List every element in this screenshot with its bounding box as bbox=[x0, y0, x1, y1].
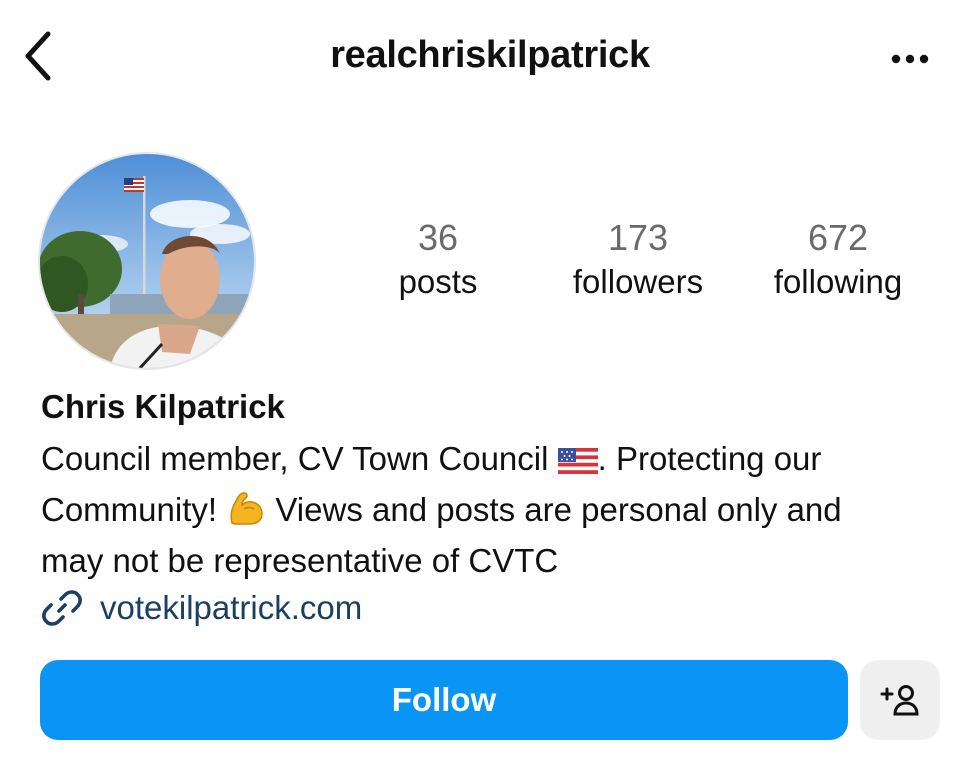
following-count: 672 bbox=[807, 217, 869, 258]
following-stat[interactable]: 672 following bbox=[738, 216, 938, 304]
more-horizontal-icon bbox=[891, 54, 929, 64]
profile-avatar[interactable] bbox=[40, 154, 254, 368]
posts-label: posts bbox=[398, 263, 478, 300]
bio-text-2a: Community! bbox=[41, 491, 227, 528]
profile-bio: Council member, CV Town Council . Protec… bbox=[41, 436, 941, 583]
bio-text-1b: . Protecting our bbox=[597, 440, 822, 477]
link-icon bbox=[42, 590, 82, 626]
profile-display-name: Chris Kilpatrick bbox=[41, 388, 285, 425]
profile-website-link[interactable]: votekilpatrick.com bbox=[40, 586, 362, 630]
follow-button[interactable]: Follow bbox=[40, 660, 848, 740]
bio-text-2b: Views and posts are personal only and bbox=[266, 491, 842, 528]
bio-text-1a: Council member, CV Town Council bbox=[41, 440, 558, 477]
flexed-biceps-emoji-icon bbox=[226, 489, 266, 538]
add-person-icon bbox=[880, 685, 919, 716]
suggested-accounts-button[interactable] bbox=[860, 660, 940, 740]
followers-label: followers bbox=[572, 263, 704, 300]
posts-stat[interactable]: 36 posts bbox=[338, 216, 538, 304]
followers-count: 173 bbox=[607, 217, 669, 258]
bio-line-1: Council member, CV Town Council . Protec… bbox=[41, 436, 941, 487]
bio-line-2: Community! Views and posts are personal … bbox=[41, 487, 941, 538]
profile-photo bbox=[40, 154, 254, 368]
following-label: following bbox=[773, 263, 903, 300]
bio-line-3: may not be representative of CVTC bbox=[41, 542, 559, 579]
posts-count: 36 bbox=[417, 217, 459, 258]
profile-screen: realchriskilpatrick 36 posts 173 followe… bbox=[0, 0, 980, 778]
us-flag-emoji-icon bbox=[557, 442, 598, 487]
more-options-button[interactable] bbox=[884, 44, 940, 74]
profile-username: realchriskilpatrick bbox=[330, 34, 650, 76]
website-link-text[interactable]: votekilpatrick.com bbox=[100, 589, 362, 627]
followers-stat[interactable]: 173 followers bbox=[538, 216, 738, 304]
